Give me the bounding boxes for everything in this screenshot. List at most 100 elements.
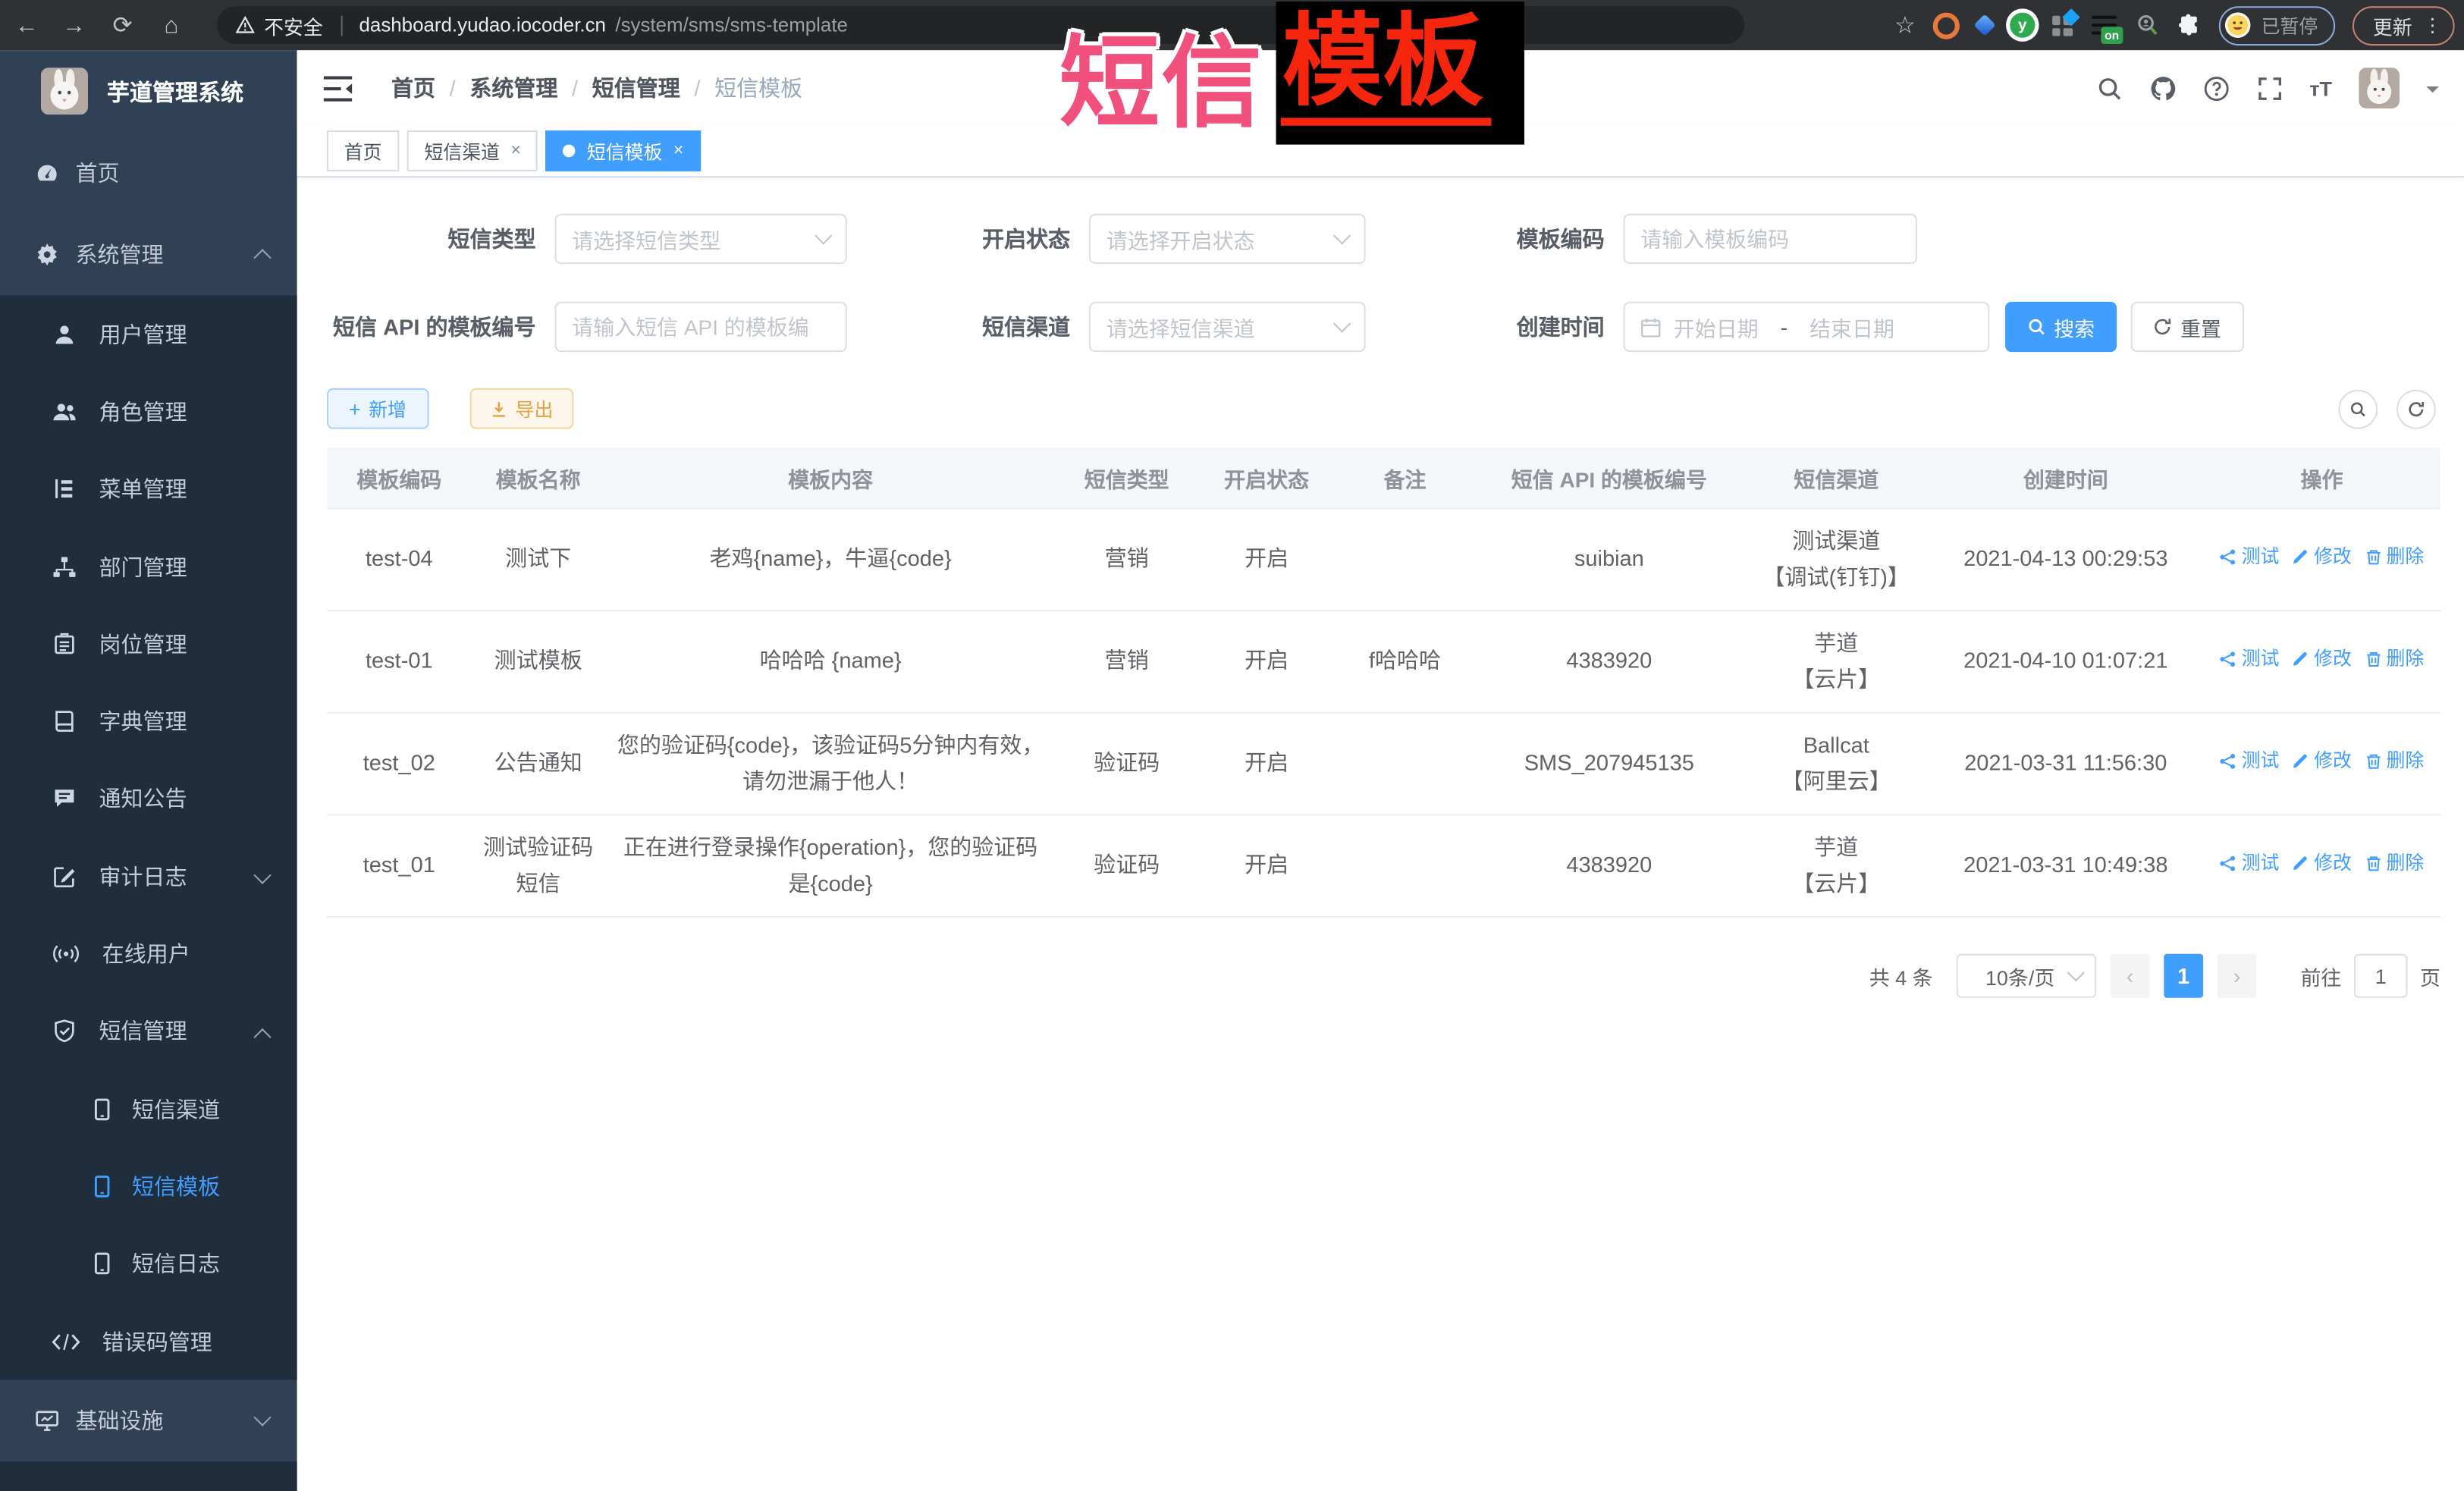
extension-search-person-icon[interactable]: [2136, 14, 2159, 37]
cell-code: test_01: [327, 835, 472, 896]
api-template-id-input[interactable]: [554, 302, 846, 352]
sidebar-item-notices[interactable]: 通知公告: [0, 760, 297, 837]
test-link[interactable]: 测试: [2220, 542, 2280, 573]
add-button[interactable]: + 新增: [327, 388, 428, 429]
profile-avatar-icon: [2224, 11, 2252, 39]
search-button[interactable]: 搜索: [2005, 302, 2117, 352]
table-row: test-01 测试模板 哈哈哈 {name} 营销 开启 f哈哈哈 43839…: [327, 611, 2440, 714]
search-icon[interactable]: [2096, 74, 2123, 101]
prev-page-button[interactable]: ‹: [2111, 954, 2150, 998]
date-range-picker[interactable]: 开始日期 - 结束日期: [1623, 302, 1989, 352]
test-link[interactable]: 测试: [2220, 746, 2280, 777]
sidebar-item-menus[interactable]: 菜单管理: [0, 450, 297, 528]
chevron-up-icon: [253, 249, 271, 266]
app-logo[interactable]: 芋道管理系统: [0, 50, 297, 132]
sidebar-item-system[interactable]: 系统管理: [0, 214, 297, 296]
avatar[interactable]: [2359, 67, 2400, 108]
breadcrumb-system[interactable]: 系统管理: [469, 72, 557, 103]
extension-green-icon[interactable]: y: [2010, 13, 2035, 38]
delete-link[interactable]: 删除: [2364, 542, 2424, 573]
forward-icon[interactable]: →: [53, 0, 94, 50]
sidebar-item-online-users[interactable]: 在线用户: [0, 915, 297, 993]
url-host: dashboard.yudao.iocoder.cn: [359, 14, 606, 36]
home-icon[interactable]: ⌂: [151, 0, 192, 50]
github-icon[interactable]: [2149, 74, 2176, 101]
browser-menu-icon[interactable]: ⋮: [2423, 14, 2442, 36]
edit-link[interactable]: 修改: [2292, 746, 2352, 777]
extension-list-icon[interactable]: on: [2092, 14, 2118, 37]
tab-sms-channel[interactable]: 短信渠道×: [407, 130, 538, 171]
sidebar-item-infrastructure[interactable]: 基础设施: [0, 1380, 297, 1462]
edit-link[interactable]: 修改: [2292, 645, 2352, 676]
export-button[interactable]: 导出: [470, 388, 574, 429]
sidebar-item-departments[interactable]: 部门管理: [0, 528, 297, 605]
cell-created: 2021-04-10 01:07:21: [1928, 631, 2203, 692]
table-refresh-icon[interactable]: [2397, 390, 2436, 429]
fullscreen-icon[interactable]: [2256, 74, 2283, 101]
sidebar-item-sms[interactable]: 短信管理: [0, 993, 297, 1070]
delete-link[interactable]: 删除: [2364, 746, 2424, 777]
cell-code: test-01: [327, 631, 472, 692]
profile-label: 已暂停: [2262, 12, 2318, 39]
sidebar-item-audit-log[interactable]: 审计日志: [0, 838, 297, 915]
back-icon[interactable]: ←: [6, 0, 47, 50]
tab-sms-template[interactable]: 短信模板×: [546, 130, 701, 171]
table-search-toggle-icon[interactable]: [2338, 390, 2378, 429]
sidebar-item-label: 短信日志: [132, 1248, 220, 1279]
font-size-icon[interactable]: тT: [2309, 76, 2332, 99]
edit-link[interactable]: 修改: [2292, 849, 2352, 880]
add-label: 新增: [369, 395, 406, 422]
extension-blue-gem-icon[interactable]: [1973, 14, 1995, 36]
sidebar-item-roles[interactable]: 角色管理: [0, 373, 297, 450]
goto-label: 前往: [2300, 961, 2341, 990]
template-code-input[interactable]: [1623, 214, 1916, 264]
next-page-button[interactable]: ›: [2218, 954, 2257, 998]
status-select[interactable]: 请选择开启状态: [1089, 214, 1366, 264]
sidebar-item-home[interactable]: 首页: [0, 132, 297, 214]
extension-orange-ring-icon[interactable]: [1933, 12, 1960, 39]
sidebar-item-label: 首页: [75, 157, 119, 188]
cell-actions: 测试修改删除: [2203, 631, 2440, 692]
sidebar-item-sms-channel[interactable]: 短信渠道: [0, 1070, 297, 1147]
security-label[interactable]: 不安全: [264, 10, 323, 39]
cell-status: 开启: [1197, 733, 1336, 795]
test-link[interactable]: 测试: [2220, 645, 2280, 676]
reset-button[interactable]: 重置: [2131, 302, 2244, 352]
on-badge: on: [2101, 26, 2123, 43]
breadcrumb-sms[interactable]: 短信管理: [592, 72, 680, 103]
phone-icon: [89, 1174, 115, 1199]
bookmark-star-icon[interactable]: ☆: [1894, 11, 1916, 39]
chevron-down-icon: [2067, 964, 2084, 981]
edit-link[interactable]: 修改: [2292, 542, 2352, 573]
cell-actions: 测试修改删除: [2203, 529, 2440, 590]
sidebar-item-sms-template[interactable]: 短信模板: [0, 1147, 297, 1225]
sidebar-item-sms-log[interactable]: 短信日志: [0, 1225, 297, 1302]
delete-link[interactable]: 删除: [2364, 849, 2424, 880]
sms-type-select[interactable]: 请选择短信类型: [554, 214, 846, 264]
test-link[interactable]: 测试: [2220, 849, 2280, 880]
page-1-button[interactable]: 1: [2164, 954, 2203, 998]
breadcrumb-home[interactable]: 首页: [391, 72, 435, 103]
sms-channel-select[interactable]: 请选择短信渠道: [1089, 302, 1366, 352]
reload-icon[interactable]: ⟳: [102, 0, 143, 50]
avatar-caret-icon[interactable]: [2426, 86, 2439, 99]
sidebar-item-dictionary[interactable]: 字典管理: [0, 683, 297, 760]
close-icon[interactable]: ×: [510, 141, 520, 160]
help-icon[interactable]: [2202, 74, 2229, 101]
goto-page-input[interactable]: [2354, 954, 2407, 998]
tab-home[interactable]: 首页: [327, 130, 399, 171]
cell-remark: [1336, 547, 1474, 572]
extension-grid-icon[interactable]: [2052, 14, 2074, 36]
profile-chip[interactable]: 已暂停: [2219, 5, 2335, 45]
filter-label-create-time: 创建时间: [1416, 302, 1605, 352]
sidebar-item-users[interactable]: 用户管理: [0, 296, 297, 373]
page-size-value: 10条/页: [1970, 961, 2070, 990]
page-size-select[interactable]: 10条/页: [1957, 954, 2096, 998]
collapse-sidebar-icon[interactable]: [322, 74, 353, 101]
close-icon[interactable]: ×: [673, 141, 683, 160]
delete-link[interactable]: 删除: [2364, 645, 2424, 676]
extensions-puzzle-icon[interactable]: [2177, 13, 2202, 38]
sidebar-item-error-codes[interactable]: 错误码管理: [0, 1302, 297, 1380]
sidebar-item-posts[interactable]: 岗位管理: [0, 605, 297, 683]
update-button[interactable]: 更新 ⋮: [2353, 5, 2455, 45]
